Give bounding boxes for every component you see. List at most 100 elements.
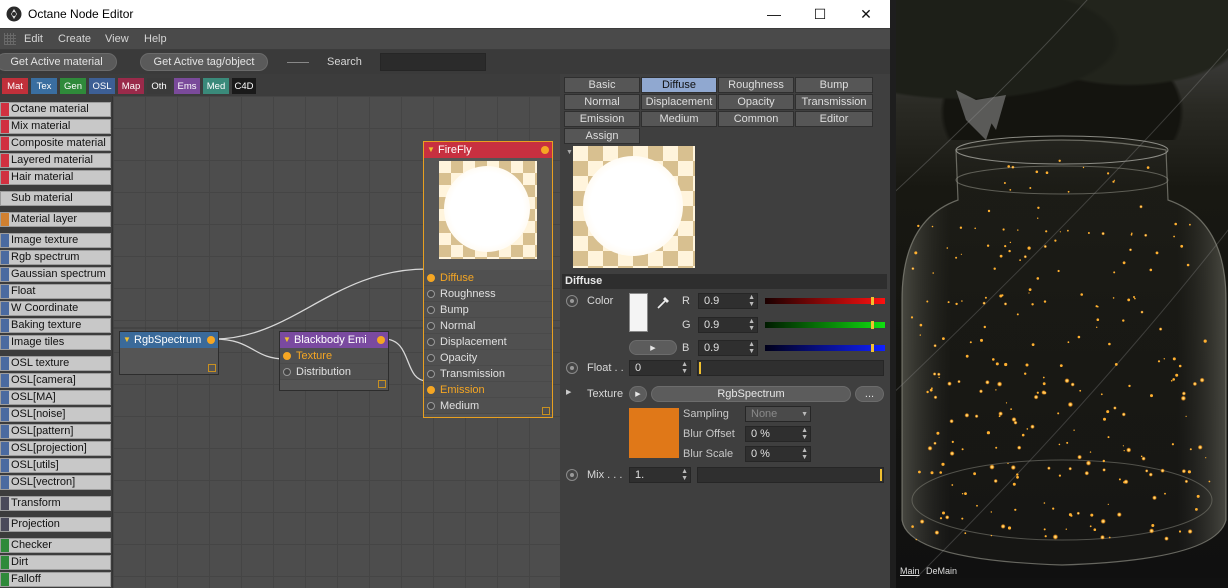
node-blackbody-output-pin[interactable] <box>377 336 385 344</box>
category-tab-mat[interactable]: Mat <box>2 78 28 94</box>
input-pin-icon[interactable] <box>427 322 435 330</box>
node-canvas[interactable]: RgbSpectrum Blackbody Emi Texture Distri… <box>112 96 561 588</box>
g-slider-handle[interactable] <box>871 321 874 329</box>
menu-create[interactable]: Create <box>58 33 91 45</box>
r-slider-handle[interactable] <box>871 297 874 305</box>
palette-item-osl-vectron[interactable]: OSL[vectron] <box>0 475 111 490</box>
color-swatch[interactable] <box>629 293 648 332</box>
palette-item-image-tiles[interactable]: Image tiles <box>0 335 111 350</box>
palette-item-hair-material[interactable]: Hair material <box>0 170 111 185</box>
node-firefly-output-pin[interactable] <box>541 146 549 154</box>
attr-tab-diffuse[interactable]: Diffuse <box>641 77 717 93</box>
node-firefly-input-bump[interactable]: Bump <box>424 302 552 318</box>
category-tab-ems[interactable]: Ems <box>174 78 200 94</box>
palette-item-composite-material[interactable]: Composite material <box>0 136 111 151</box>
input-pin-icon[interactable] <box>427 306 435 314</box>
color-animate-radio[interactable] <box>566 295 578 307</box>
attr-tab-basic[interactable]: Basic <box>564 77 640 93</box>
mix-slider-handle[interactable] <box>880 469 882 481</box>
maximize-button[interactable]: ☐ <box>797 0 843 28</box>
viewport-tab-main[interactable]: Main <box>900 566 920 576</box>
resize-handle-icon[interactable] <box>208 364 216 372</box>
palette-item-baking-texture[interactable]: Baking texture <box>0 318 111 333</box>
viewport-tab-demain[interactable]: DeMain <box>926 566 957 576</box>
minimize-button[interactable]: — <box>751 0 797 28</box>
texture-link-button[interactable]: RgbSpectrum <box>651 386 851 402</box>
input-pin-icon[interactable] <box>283 368 291 376</box>
texture-menu-button[interactable]: ▶ <box>629 386 647 402</box>
sampling-dropdown[interactable]: None ▼ <box>745 406 811 422</box>
palette-item-rgb-spectrum[interactable]: Rgb spectrum <box>0 250 111 265</box>
palette-item-osl-utils[interactable]: OSL[utils] <box>0 458 111 473</box>
attr-tab-editor[interactable]: Editor <box>795 111 873 127</box>
resize-handle-icon[interactable] <box>542 407 550 415</box>
palette-item-osl-projection[interactable]: OSL[projection] <box>0 441 111 456</box>
attr-tab-opacity[interactable]: Opacity <box>718 94 794 110</box>
menu-edit[interactable]: Edit <box>24 33 43 45</box>
palette-item-sub-material[interactable]: Sub material <box>0 191 111 206</box>
node-blackbody-emission[interactable]: Blackbody Emi Texture Distribution <box>279 331 389 391</box>
category-tab-c4d[interactable]: C4D <box>232 78 256 94</box>
palette-item-octane-material[interactable]: Octane material <box>0 102 111 117</box>
node-firefly-input-normal[interactable]: Normal <box>424 318 552 334</box>
input-pin-icon[interactable] <box>283 352 291 360</box>
blur-offset-field[interactable]: 0 % ▲ ▼ <box>745 426 811 442</box>
palette-item-projection[interactable]: Projection <box>0 517 111 532</box>
palette-item-osl-texture[interactable]: OSL texture <box>0 356 111 371</box>
b-slider[interactable] <box>765 344 885 352</box>
node-firefly-input-emission[interactable]: Emission <box>424 382 552 398</box>
category-tab-osl[interactable]: OSL <box>89 78 115 94</box>
palette-item-mix-material[interactable]: Mix material <box>0 119 111 134</box>
input-pin-icon[interactable] <box>427 290 435 298</box>
palette-item-osl-pattern[interactable]: OSL[pattern] <box>0 424 111 439</box>
category-tab-med[interactable]: Med <box>203 78 229 94</box>
b-value-field[interactable]: 0.9 ▲ ▼ <box>698 340 758 356</box>
node-blackbody-input-texture[interactable]: Texture <box>280 348 388 364</box>
attr-tab-bump[interactable]: Bump <box>795 77 873 93</box>
node-rgbspectrum-header[interactable]: RgbSpectrum <box>120 332 218 348</box>
node-firefly-input-diffuse[interactable]: Diffuse <box>424 270 552 286</box>
attr-tab-assign[interactable]: Assign <box>564 128 640 144</box>
category-tab-gen[interactable]: Gen <box>60 78 86 94</box>
b-slider-handle[interactable] <box>871 344 874 352</box>
float-slider-handle[interactable] <box>699 362 701 374</box>
node-firefly-header[interactable]: FireFly <box>424 142 552 158</box>
palette-item-layered-material[interactable]: Layered material <box>0 153 111 168</box>
blur-scale-field[interactable]: 0 % ▲ ▼ <box>745 446 811 462</box>
mix-animate-radio[interactable] <box>566 469 578 481</box>
float-value-field[interactable]: 0 ▲ ▼ <box>629 360 691 376</box>
menu-view[interactable]: View <box>105 33 129 45</box>
palette-item-dirt[interactable]: Dirt <box>0 555 111 570</box>
attr-tab-common[interactable]: Common <box>718 111 794 127</box>
node-rgbspectrum-output-pin[interactable] <box>207 336 215 344</box>
node-firefly-input-opacity[interactable]: Opacity <box>424 350 552 366</box>
category-tab-map[interactable]: Map <box>118 78 144 94</box>
category-tab-tex[interactable]: Tex <box>31 78 57 94</box>
node-firefly-material[interactable]: FireFly Diffuse Roughness Bump Normal Displa… <box>423 141 553 418</box>
input-pin-icon[interactable] <box>427 274 435 282</box>
g-slider[interactable] <box>765 321 885 329</box>
node-rgbspectrum[interactable]: RgbSpectrum <box>119 331 219 375</box>
attr-tab-medium[interactable]: Medium <box>641 111 717 127</box>
search-input[interactable] <box>380 53 486 71</box>
mix-value-field[interactable]: 1. ▲ ▼ <box>629 467 691 483</box>
palette-item-w-coordinate[interactable]: W Coordinate <box>0 301 111 316</box>
node-firefly-input-transmission[interactable]: Transmission <box>424 366 552 382</box>
attr-tab-emission[interactable]: Emission <box>564 111 640 127</box>
palette-item-gaussian-spectrum[interactable]: Gaussian spectrum <box>0 267 111 282</box>
node-firefly-input-displacement[interactable]: Displacement <box>424 334 552 350</box>
palette-item-image-texture[interactable]: Image texture <box>0 233 111 248</box>
node-firefly-input-medium[interactable]: Medium <box>424 398 552 414</box>
grip-icon[interactable] <box>4 33 16 45</box>
input-pin-icon[interactable] <box>427 338 435 346</box>
float-animate-radio[interactable] <box>566 362 578 374</box>
get-active-tag-button[interactable]: Get Active tag/object <box>140 53 268 71</box>
mix-slider[interactable] <box>697 467 884 483</box>
palette-item-transform[interactable]: Transform <box>0 496 111 511</box>
close-button[interactable]: ✕ <box>843 0 889 28</box>
palette-item-falloff[interactable]: Falloff <box>0 572 111 587</box>
attr-tab-transmission[interactable]: Transmission <box>795 94 873 110</box>
r-slider[interactable] <box>765 297 885 305</box>
attr-tab-roughness[interactable]: Roughness <box>718 77 794 93</box>
float-slider[interactable] <box>697 360 884 376</box>
